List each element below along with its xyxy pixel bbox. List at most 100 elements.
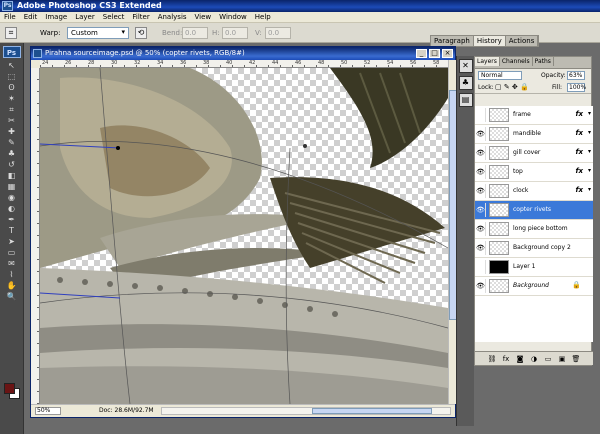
visibility-eye-icon[interactable]: 👁 bbox=[476, 127, 486, 141]
expand-effects-icon[interactable]: ▾ bbox=[588, 186, 591, 193]
brush-icon[interactable]: ✎ bbox=[2, 138, 22, 148]
menu-file[interactable]: File bbox=[0, 12, 20, 21]
expand-effects-icon[interactable]: ▾ bbox=[588, 110, 591, 117]
menu-help[interactable]: Help bbox=[251, 12, 275, 21]
expand-effects-icon[interactable]: ▾ bbox=[588, 148, 591, 155]
layer-row[interactable]: 👁 Background 🔒 bbox=[475, 277, 593, 296]
menu-analysis[interactable]: Analysis bbox=[154, 12, 191, 21]
layer-thumbnail[interactable] bbox=[489, 165, 509, 179]
visibility-eye-icon[interactable]: 👁 bbox=[476, 279, 486, 293]
layer-row[interactable]: frame fx ▾ bbox=[475, 106, 593, 125]
warp-dropdown[interactable]: Custom bbox=[67, 27, 129, 39]
layer-name[interactable]: copter rivets bbox=[513, 206, 551, 213]
layer-name[interactable]: mandible bbox=[513, 130, 541, 137]
layer-effects-icon[interactable]: fx bbox=[575, 186, 583, 194]
layer-thumbnail[interactable] bbox=[489, 146, 509, 160]
layer-name[interactable]: Background copy 2 bbox=[513, 244, 571, 251]
layer-effects-icon[interactable]: fx bbox=[575, 129, 583, 137]
lock-buttons-icon[interactable]: ▢ ✎ ✥ 🔒 bbox=[495, 83, 529, 91]
notes-icon[interactable]: ✉ bbox=[2, 259, 22, 269]
visibility-eye-icon[interactable] bbox=[476, 108, 486, 122]
tab-layers[interactable]: Layers bbox=[475, 57, 500, 66]
link-layers-icon[interactable]: ⛓ bbox=[486, 354, 498, 364]
tab-paths[interactable]: Paths bbox=[533, 57, 554, 66]
slice-icon[interactable]: ✂ bbox=[2, 116, 22, 126]
zoom-field[interactable]: 50% bbox=[35, 407, 61, 415]
hand-icon[interactable]: ✋ bbox=[2, 281, 22, 291]
layer-name[interactable]: long piece bottom bbox=[513, 225, 568, 232]
layer-name[interactable]: frame bbox=[513, 111, 531, 118]
eraser-icon[interactable]: ◧ bbox=[2, 171, 22, 181]
bend-field[interactable]: 0.0 bbox=[182, 27, 208, 39]
layer-row[interactable]: 👁 Background copy 2 bbox=[475, 239, 593, 258]
adjustment-layer-icon[interactable]: ◑ bbox=[528, 354, 540, 364]
visibility-eye-icon[interactable]: 👁 bbox=[476, 184, 486, 198]
layer-comps-icon[interactable]: ▤ bbox=[458, 93, 473, 107]
vertical-scrollbar[interactable] bbox=[448, 60, 457, 404]
layer-thumbnail[interactable] bbox=[489, 241, 509, 255]
gradient-icon[interactable]: ▦ bbox=[2, 182, 22, 192]
layer-thumbnail[interactable] bbox=[489, 279, 509, 293]
layer-thumbnail[interactable] bbox=[489, 260, 509, 274]
type-icon[interactable]: T bbox=[2, 226, 22, 236]
layer-row[interactable]: 👁 top fx ▾ bbox=[475, 163, 593, 182]
pen-icon[interactable]: ✒ bbox=[2, 215, 22, 225]
close-button[interactable]: × bbox=[442, 49, 453, 58]
layer-name[interactable]: Layer 1 bbox=[513, 263, 535, 270]
transform-tool-icon[interactable]: ⌗ bbox=[5, 27, 17, 39]
healing-icon[interactable]: ✚ bbox=[2, 127, 22, 137]
crop-icon[interactable]: ⌗ bbox=[2, 105, 22, 115]
tab-channels[interactable]: Channels bbox=[500, 57, 533, 66]
layer-thumbnail[interactable] bbox=[489, 184, 509, 198]
history-brush-icon[interactable]: ↺ bbox=[2, 160, 22, 170]
tools-icon[interactable]: ✕ bbox=[458, 59, 473, 73]
visibility-eye-icon[interactable]: 👁 bbox=[476, 165, 486, 179]
horizontal-scroll-thumb[interactable] bbox=[312, 408, 432, 414]
layer-row[interactable]: Layer 1 bbox=[475, 258, 593, 277]
minimize-button[interactable]: _ bbox=[416, 49, 427, 58]
layer-name[interactable]: top bbox=[513, 168, 523, 175]
eyedropper-icon[interactable]: ⌇ bbox=[2, 270, 22, 280]
path-select-icon[interactable]: ➤ bbox=[2, 237, 22, 247]
expand-effects-icon[interactable]: ▾ bbox=[588, 129, 591, 136]
fill-field[interactable]: 100% bbox=[567, 83, 586, 92]
visibility-eye-icon[interactable] bbox=[476, 260, 486, 274]
new-layer-icon[interactable]: ▣ bbox=[556, 354, 568, 364]
layer-thumbnail[interactable] bbox=[489, 222, 509, 236]
zoom-icon[interactable]: 🔍 bbox=[2, 292, 22, 302]
add-style-icon[interactable]: fx bbox=[500, 354, 512, 364]
dodge-icon[interactable]: ◐ bbox=[2, 204, 22, 214]
menu-filter[interactable]: Filter bbox=[128, 12, 153, 21]
layer-thumbnail[interactable] bbox=[489, 203, 509, 217]
menu-window[interactable]: Window bbox=[215, 12, 251, 21]
tab-history[interactable]: History bbox=[473, 36, 506, 46]
shape-icon[interactable]: ▭ bbox=[2, 248, 22, 258]
layer-thumbnail[interactable] bbox=[489, 127, 509, 141]
horizontal-scrollbar[interactable] bbox=[161, 407, 451, 415]
layer-row[interactable]: 👁 long piece bottom bbox=[475, 220, 593, 239]
menu-layer[interactable]: Layer bbox=[71, 12, 99, 21]
layer-row[interactable]: 👁 copter rivets bbox=[475, 201, 593, 220]
maximize-button[interactable]: □ bbox=[429, 49, 440, 58]
move-icon[interactable]: ↖ bbox=[2, 61, 22, 71]
layer-row[interactable]: 👁 clock fx ▾ bbox=[475, 182, 593, 201]
menu-select[interactable]: Select bbox=[99, 12, 129, 21]
layer-thumbnail[interactable] bbox=[489, 108, 509, 122]
tab-paragraph[interactable]: Paragraph bbox=[431, 36, 474, 46]
tab-actions[interactable]: Actions bbox=[506, 36, 539, 46]
clone-source-icon[interactable]: ♣ bbox=[458, 76, 473, 90]
h-field[interactable]: 0.0 bbox=[222, 27, 248, 39]
opacity-field[interactable]: 63% bbox=[567, 71, 585, 80]
new-group-icon[interactable]: ▭ bbox=[542, 354, 554, 364]
doc-size-info[interactable]: Doc: 28.6M/92.7M bbox=[99, 407, 154, 414]
lasso-icon[interactable]: ʘ bbox=[2, 83, 22, 93]
layer-row[interactable]: 👁 mandible fx ▾ bbox=[475, 125, 593, 144]
layer-effects-icon[interactable]: fx bbox=[575, 148, 583, 156]
layer-name[interactable]: clock bbox=[513, 187, 528, 194]
add-mask-icon[interactable]: ◙ bbox=[514, 354, 526, 364]
warp-orientation-icon[interactable]: ⟲ bbox=[135, 27, 147, 39]
visibility-eye-icon[interactable]: 👁 bbox=[476, 203, 486, 217]
foreground-color-swatch[interactable] bbox=[4, 383, 15, 394]
document-canvas[interactable] bbox=[40, 68, 448, 404]
menu-view[interactable]: View bbox=[191, 12, 216, 21]
